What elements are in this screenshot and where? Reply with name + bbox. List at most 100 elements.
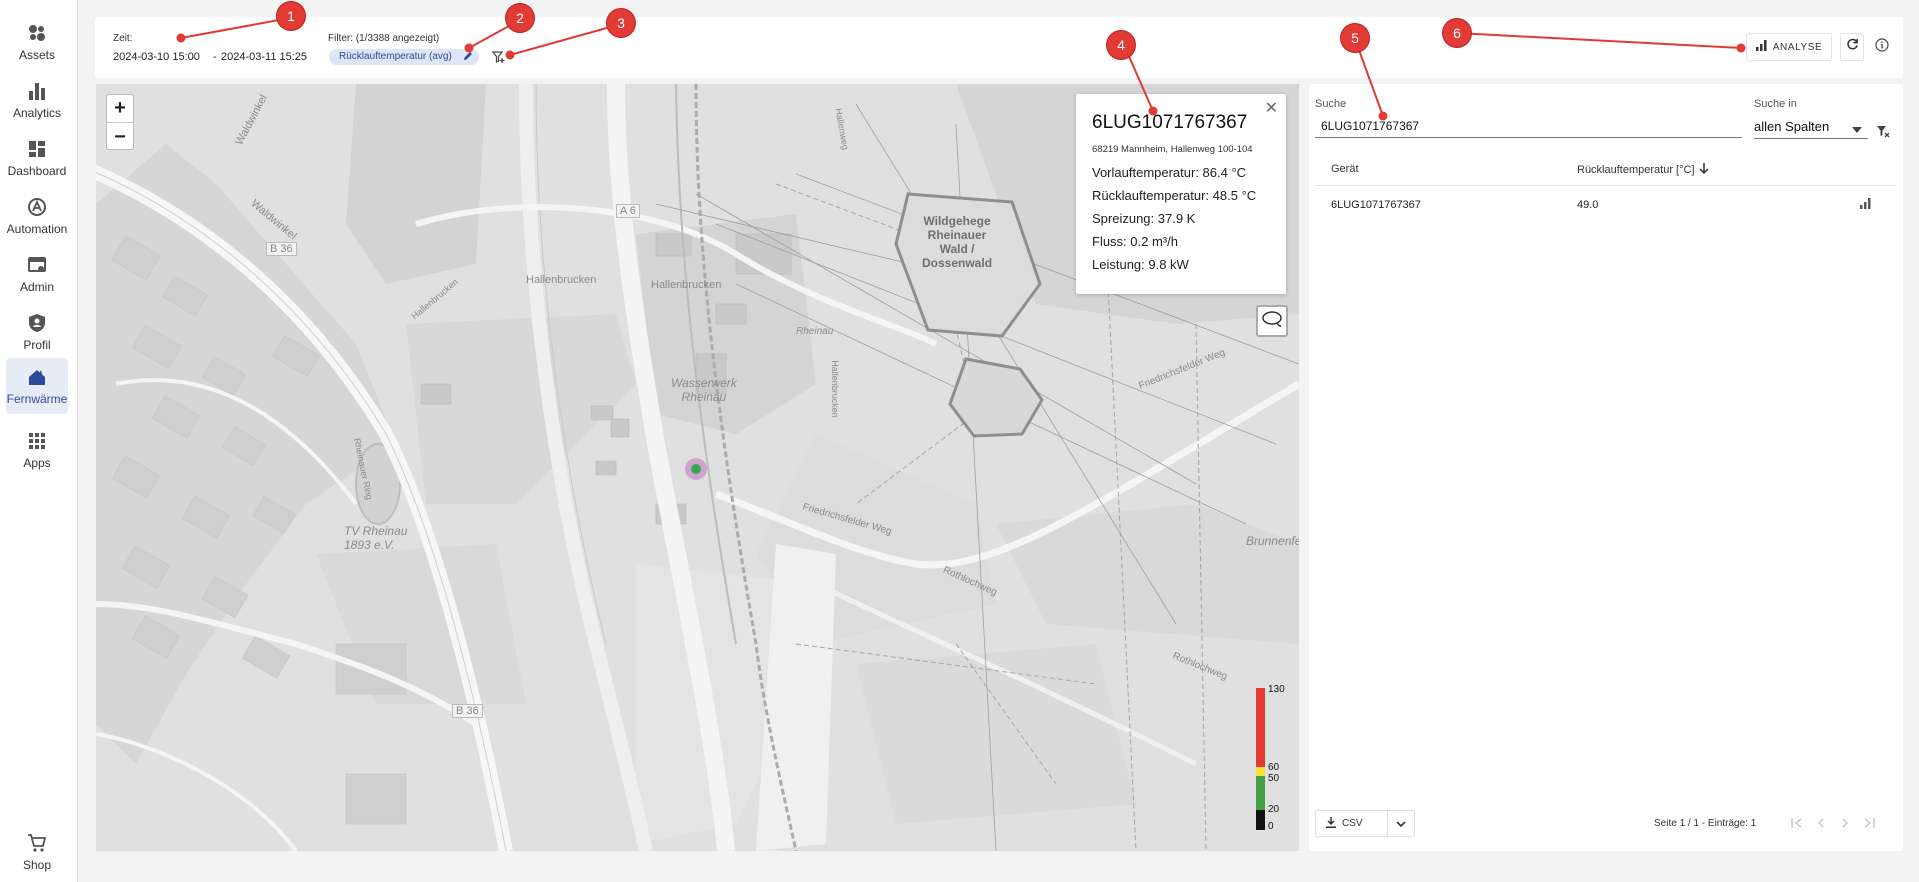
signal-bars-icon[interactable] — [1860, 198, 1871, 212]
next-page-icon[interactable] — [1837, 816, 1853, 830]
page-info: Seite 1 / 1 - Einträge: 1 — [1654, 818, 1757, 829]
csv-label: CSV — [1342, 818, 1363, 829]
sidebar-item-label: Profil — [23, 338, 51, 352]
refresh-button[interactable] — [1840, 33, 1864, 61]
column-header-return-temp[interactable]: Rücklauftemperatur [°C] — [1577, 163, 1709, 177]
time-label: Zeit: — [113, 33, 133, 44]
table-row[interactable]: 6LUG1071767367 49.0 — [1315, 188, 1895, 222]
info-button[interactable] — [1872, 37, 1892, 57]
search-in-value: allen Spalten — [1754, 119, 1830, 134]
download-icon — [1326, 816, 1336, 831]
legend-label: 50 — [1268, 773, 1280, 784]
zoom-out-button[interactable]: − — [107, 123, 133, 151]
pencil-icon[interactable] — [463, 51, 473, 64]
filter-chip-label: Rücklauftemperatur (avg) — [339, 51, 452, 62]
time-to-field[interactable]: 2024-03-11 15:25 — [221, 51, 307, 63]
cart-icon — [26, 832, 48, 854]
filter-label: Filter: (1/3388 angezeigt) — [328, 33, 440, 44]
annotation-marker: 1 — [277, 2, 305, 30]
analyse-button[interactable]: ANALYSE — [1746, 33, 1832, 61]
legend-segment-red — [1256, 688, 1265, 767]
bar-chart-icon — [26, 80, 48, 102]
map-label: Rheinau — [796, 326, 834, 337]
sidebar-item-label: Fernwärme — [6, 392, 68, 406]
device-list-panel: Suche Suche in allen Spalten Gerät Rückl… — [1309, 84, 1903, 851]
district-heating-icon — [26, 366, 48, 388]
sidebar: Assets Analytics Dashboard Automation Ad… — [0, 0, 78, 882]
sidebar-item-dashboard[interactable]: Dashboard — [6, 132, 68, 184]
assets-icon — [26, 22, 48, 44]
zoom-in-button[interactable]: + — [107, 95, 133, 123]
annotation-marker: 4 — [1107, 31, 1135, 59]
sort-arrow-down-icon — [1698, 163, 1709, 177]
filter-chip[interactable]: Rücklauftemperatur (avg) — [329, 49, 479, 65]
last-page-icon[interactable] — [1861, 816, 1877, 830]
first-page-icon[interactable] — [1789, 816, 1805, 830]
annotation-marker: 2 — [506, 4, 534, 32]
sidebar-item-assets[interactable]: Assets — [6, 16, 68, 68]
annotation-marker: 6 — [1443, 19, 1471, 47]
lasso-icon — [1261, 310, 1283, 332]
dashboard-icon — [26, 138, 48, 160]
zoom-control: + − — [106, 94, 134, 150]
column-header-device[interactable]: Gerät — [1331, 163, 1359, 175]
csv-download[interactable]: CSV — [1316, 811, 1388, 836]
legend-segment-yellow — [1256, 767, 1265, 776]
info-icon — [1875, 37, 1889, 57]
clear-filter-icon[interactable] — [1876, 124, 1890, 143]
admin-icon — [26, 254, 48, 276]
map-label: Wildgehege Rheinauer Wald / Dossenwald — [922, 214, 993, 270]
chevron-down-icon[interactable] — [1388, 820, 1414, 827]
popup-line: Vorlauftemperatur: 86.4 °C — [1092, 165, 1247, 180]
sidebar-item-automation[interactable]: Automation — [6, 190, 68, 242]
top-bar: Zeit: 2024-03-10 15:00 - 2024-03-11 15:2… — [95, 17, 1903, 78]
annotation-marker: 3 — [607, 9, 635, 37]
search-label: Suche — [1315, 98, 1347, 110]
sidebar-item-analytics[interactable]: Analytics — [6, 74, 68, 126]
popup-line: Rücklauftemperatur: 48.5 °C — [1092, 188, 1257, 203]
map-label: Hallenbrucken — [829, 360, 840, 418]
legend-segment-green — [1256, 776, 1265, 810]
map-label: Wasserwerk Rheinau — [671, 376, 737, 404]
refresh-icon — [1846, 38, 1859, 56]
add-filter-icon[interactable] — [491, 50, 506, 69]
time-from-field[interactable]: 2024-03-10 15:00 — [113, 51, 200, 63]
prev-page-icon[interactable] — [1813, 816, 1829, 830]
legend-segment-black — [1256, 810, 1265, 830]
cell-device: 6LUG1071767367 — [1331, 199, 1421, 211]
lasso-select-button[interactable] — [1256, 305, 1288, 337]
sidebar-item-shop[interactable]: Shop — [6, 826, 68, 878]
legend-label: 20 — [1268, 804, 1280, 815]
csv-export-button[interactable]: CSV — [1315, 810, 1415, 837]
map-view[interactable]: Waldwinkel Waldwinkel B 36 B 36 A 6 Hall… — [96, 84, 1299, 851]
popup-line: Spreizung: 37.9 K — [1092, 211, 1196, 226]
caret-down-icon — [1852, 121, 1862, 136]
color-legend: 130 60 50 20 0 — [1256, 684, 1296, 832]
sidebar-item-profil[interactable]: Profil — [6, 306, 68, 358]
sidebar-item-apps[interactable]: Apps — [6, 424, 68, 476]
annotation-marker: 5 — [1341, 24, 1369, 52]
sidebar-item-label: Dashboard — [7, 164, 67, 178]
search-in-select[interactable]: allen Spalten — [1754, 115, 1868, 139]
popup-line: Leistung: 9.8 kW — [1092, 257, 1189, 272]
automation-icon — [26, 196, 48, 218]
popup-address: 68219 Mannheim, Hallenweg 100-104 — [1092, 144, 1253, 155]
close-icon[interactable]: ✕ — [1265, 98, 1278, 118]
apps-grid-icon — [26, 430, 48, 452]
signal-bars-icon — [1755, 40, 1767, 54]
map-label: Brunnenfeld — [1246, 534, 1299, 548]
map-label: B 36 — [452, 704, 483, 718]
map-label: TV Rheinau 1893 e.V. — [344, 524, 408, 552]
device-popup: ✕ 6LUG1071767367 68219 Mannheim, Hallenw… — [1076, 94, 1286, 294]
sidebar-item-label: Shop — [22, 858, 52, 872]
sidebar-item-fernwaerme[interactable]: Fernwärme — [6, 358, 68, 414]
legend-label: 130 — [1268, 684, 1285, 695]
search-input[interactable] — [1315, 114, 1742, 138]
map-label: A 6 — [616, 204, 640, 218]
sidebar-item-admin[interactable]: Admin — [6, 248, 68, 300]
legend-label: 0 — [1268, 821, 1274, 832]
search-in-label: Suche in — [1754, 98, 1797, 110]
table-header: Gerät Rücklauftemperatur [°C] — [1315, 152, 1895, 186]
sidebar-item-label: Apps — [23, 456, 51, 470]
cell-value: 49.0 — [1577, 199, 1599, 211]
